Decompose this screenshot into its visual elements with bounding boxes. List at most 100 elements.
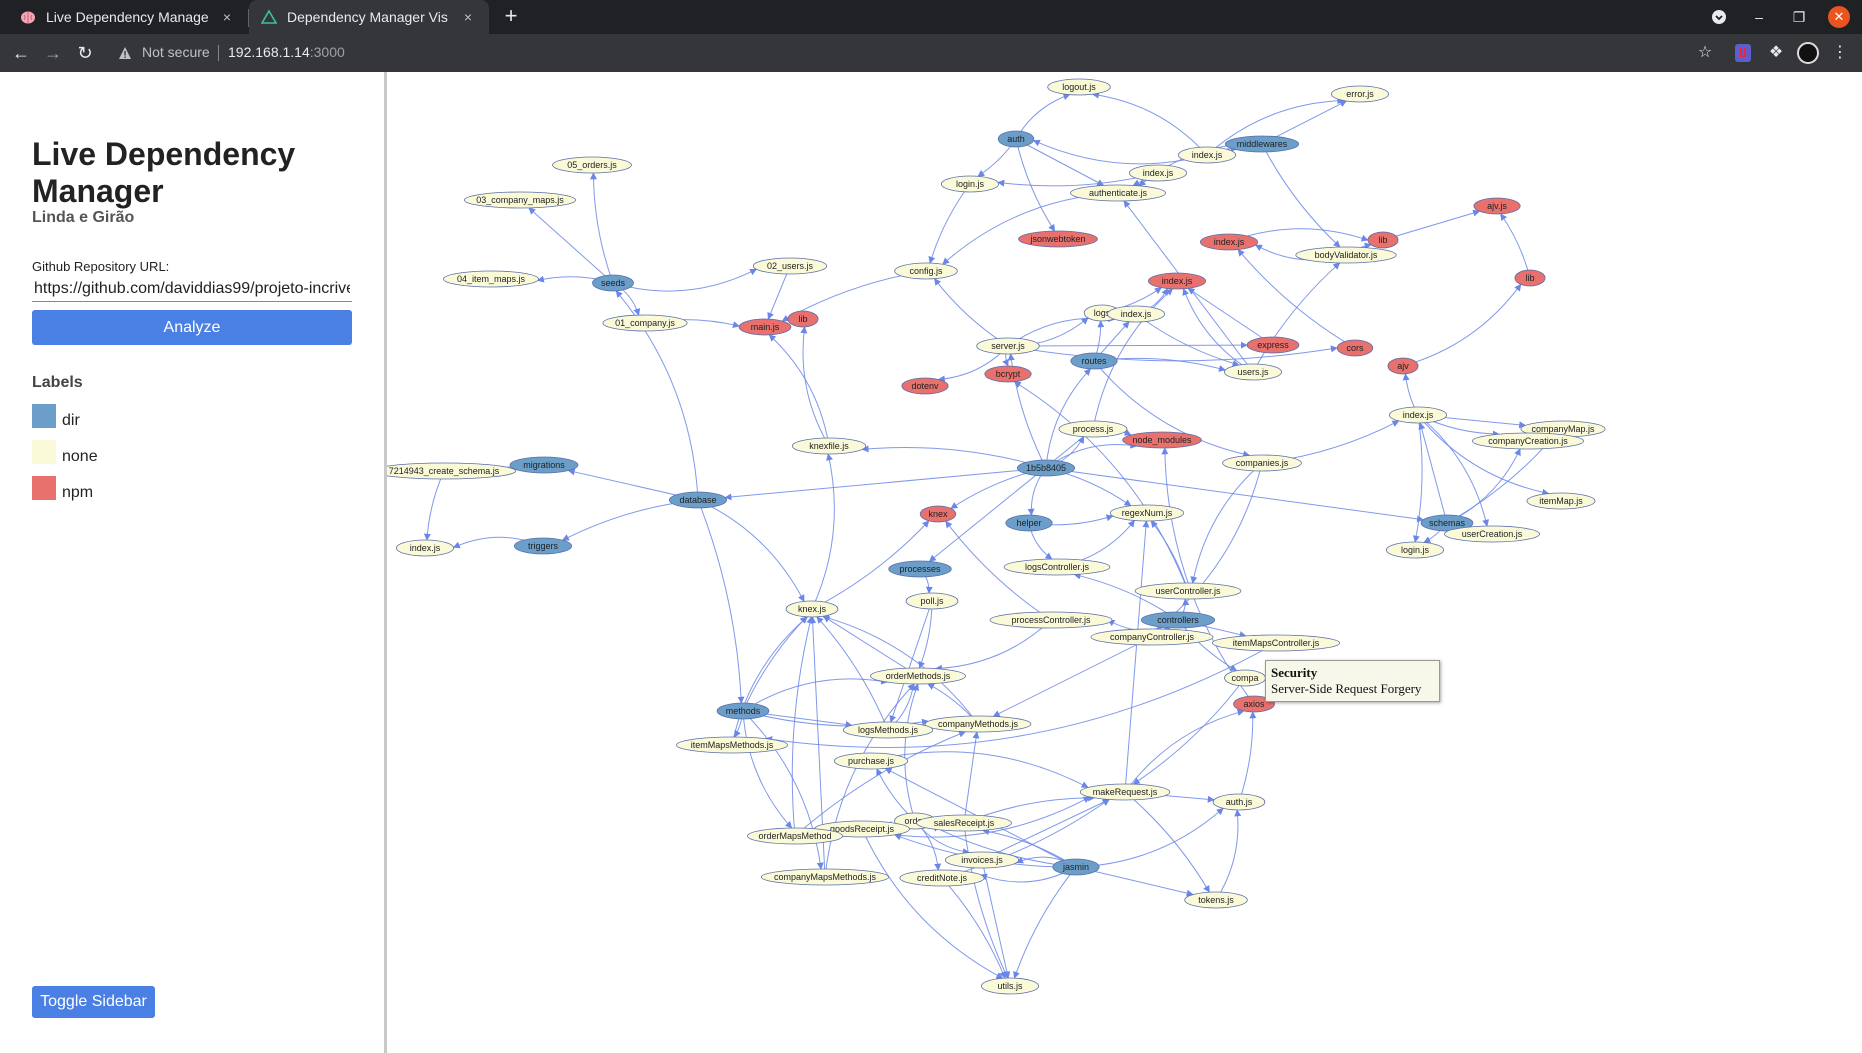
graph-node-companycreation[interactable]: companyCreation.js (1472, 432, 1585, 450)
graph-node-compmaps03[interactable]: 03_company_maps.js (463, 191, 576, 209)
graph-node-knexjs[interactable]: knex.js (785, 600, 839, 618)
graph-node-seeds[interactable]: seeds (592, 274, 634, 292)
graph-node-index_a[interactable]: index.js (1178, 146, 1237, 164)
close-tab-icon[interactable]: × (459, 9, 477, 25)
graph-node-database[interactable]: database (669, 491, 728, 509)
graph-node-nodemodules[interactable]: node_modules (1122, 431, 1202, 449)
graph-node-helper[interactable]: helper (1005, 514, 1053, 532)
graph-node-usercreation[interactable]: userCreation.js (1444, 525, 1540, 543)
graph-node-itemmapscontroller[interactable]: itemMapsController.js (1211, 634, 1341, 652)
graph-node-companymapsmethods[interactable]: companyMapsMethods.js (760, 868, 890, 886)
graph-node-auth_dir[interactable]: auth (997, 130, 1035, 148)
graph-node-poll[interactable]: poll.js (905, 592, 959, 610)
graph-node-regexnum[interactable]: regexNum.js (1109, 504, 1185, 522)
reload-icon[interactable]: ↻ (72, 40, 98, 66)
star-icon[interactable]: ☆ (1695, 43, 1715, 63)
dependency-graph[interactable]: logout.js error.js auth index.js middlewares… (387, 72, 1862, 1053)
graph-node-login_b[interactable]: login.js (1386, 541, 1445, 559)
graph-node-itemmap[interactable]: itemMap.js (1526, 492, 1596, 510)
close-tab-icon[interactable]: × (218, 9, 236, 25)
graph-node-index_d[interactable]: index.js (1148, 272, 1207, 290)
graph-node-lib_c[interactable]: lib (787, 310, 819, 328)
forward-icon[interactable]: → (40, 40, 66, 66)
graph-node-bodyvalidator[interactable]: bodyValidator.js (1295, 246, 1397, 264)
graph-node-routes[interactable]: routes (1070, 352, 1118, 370)
graph-node-middlewares[interactable]: middlewares (1224, 135, 1300, 153)
graph-node-jasmin[interactable]: jasmin (1052, 858, 1100, 876)
graph-node-ordermapsmethods[interactable]: orderMapsMethod (747, 827, 843, 845)
graph-node-logout[interactable]: logout.js (1047, 78, 1111, 96)
back-icon[interactable]: ← (8, 40, 34, 66)
graph-node-migrations[interactable]: migrations (509, 456, 579, 474)
graph-node-lib_b[interactable]: lib (1514, 269, 1546, 287)
graph-node-methods[interactable]: methods (716, 702, 770, 720)
url-text[interactable]: 192.168.1.14:3000 (228, 44, 345, 60)
tab-search-icon[interactable] (1711, 9, 1727, 25)
puzzle-icon[interactable]: ❖ (1766, 43, 1786, 63)
graph-node-makerequest[interactable]: makeRequest.js (1079, 783, 1171, 801)
graph-node-itemmapsmethods[interactable]: itemMapsMethods.js (676, 736, 789, 754)
graph-node-authenticate[interactable]: authenticate.js (1070, 184, 1166, 202)
graph-node-company01[interactable]: 01_company.js (602, 314, 688, 332)
graph-node-ajvjs[interactable]: ajv.js (1473, 197, 1521, 215)
graph-node-login_a[interactable]: login.js (941, 175, 1000, 193)
graph-node-server[interactable]: server.js (976, 337, 1040, 355)
graph-node-bcrypt[interactable]: bcrypt (984, 365, 1032, 383)
graph-node-cors[interactable]: cors (1336, 339, 1374, 357)
tab-dependency-manager-vis[interactable]: Dependency Manager Vis × (249, 0, 489, 34)
graph-node-knex[interactable]: knex (919, 505, 957, 523)
graph-node-jsonwebtoken[interactable]: jsonwebtoken (1018, 230, 1098, 248)
graph-node-process[interactable]: process.js (1058, 420, 1128, 438)
graph-node-config[interactable]: config.js (894, 262, 958, 280)
graph-node-purchase[interactable]: purchase.js (833, 752, 909, 770)
repo-url-input[interactable] (32, 276, 352, 302)
graph-node-error[interactable]: error.js (1331, 85, 1390, 103)
graph-node-orders05[interactable]: 05_orders.js (552, 156, 632, 174)
graph-node-ordermethods[interactable]: orderMethods.js (870, 667, 966, 685)
restore-button[interactable]: ❐ (1782, 0, 1816, 34)
graph-node-users02[interactable]: 02_users.js (752, 257, 828, 275)
menu-icon[interactable]: ⋮ (1830, 43, 1850, 63)
graph-node-processes[interactable]: processes (888, 560, 952, 578)
graph-node-dotenv[interactable]: dotenv (901, 377, 949, 395)
graph-node-itemmaps04[interactable]: 04_item_maps.js (443, 270, 539, 288)
graph-node-index_b[interactable]: index.js (1129, 164, 1188, 182)
analyze-button[interactable]: Analyze (32, 310, 352, 345)
tab-live-dependency-manager[interactable]: Live Dependency Manage × (8, 0, 248, 34)
graph-node-authjs[interactable]: auth.js (1212, 793, 1266, 811)
graph-node-logscontroller[interactable]: logsController.js (1003, 558, 1111, 576)
graph-node-logsmethods[interactable]: logsMethods.js (842, 721, 934, 739)
graph-node-controllers[interactable]: controllers (1140, 611, 1216, 629)
graph-node-utils[interactable]: utils.js (981, 977, 1040, 995)
graph-node-processcontroller[interactable]: processController.js (989, 611, 1113, 629)
toggle-sidebar-button[interactable]: Toggle Sidebar (32, 986, 155, 1018)
graph-node-companycontroller[interactable]: companyController.js (1090, 628, 1214, 646)
graph-node-index_e[interactable]: index.js (1107, 305, 1166, 323)
graph-node-index_f[interactable]: index.js (1389, 406, 1448, 424)
graph-node-hash[interactable]: 1b5b8405 (1017, 459, 1076, 477)
graph-node-ajv[interactable]: ajv (1387, 357, 1419, 375)
graph-node-users[interactable]: users.js (1224, 363, 1283, 381)
graph-node-knexfile[interactable]: knexfile.js (791, 437, 867, 455)
graph-node-usercontroller[interactable]: userController.js (1134, 582, 1242, 600)
graph-node-express[interactable]: express (1246, 336, 1300, 354)
graph-node-index_g[interactable]: index.js (395, 539, 454, 557)
graph-node-invoices[interactable]: invoices.js (944, 851, 1020, 869)
graph-node-createschema[interactable]: 7214943_create_schema.js (387, 462, 517, 480)
extension-shield-icon[interactable] (1735, 44, 1751, 62)
graph-node-mainjs[interactable]: main.js (738, 318, 792, 336)
graph-node-salesreceipt[interactable]: salesReceipt.js (916, 814, 1012, 832)
new-tab-button[interactable]: + (498, 3, 524, 29)
minimize-button[interactable]: – (1742, 0, 1776, 34)
graph-node-triggers[interactable]: triggers (514, 537, 573, 555)
close-window-button[interactable]: ✕ (1828, 6, 1850, 28)
graph-node-companies[interactable]: companies.js (1222, 454, 1302, 472)
graph-node-compa[interactable]: compa (1224, 669, 1266, 687)
graph-node-tokens[interactable]: tokens.js (1184, 891, 1248, 909)
graph-node-creditnote[interactable]: creditNote.js (899, 869, 985, 887)
graph-node-lib_a[interactable]: lib (1367, 231, 1399, 249)
graph-node-index_c[interactable]: index.js (1200, 233, 1259, 251)
profile-avatar[interactable] (1797, 42, 1819, 64)
address-bar[interactable]: Not secure 192.168.1.14:3000 (108, 38, 1688, 68)
graph-node-companymethods[interactable]: companyMethods.js (924, 715, 1032, 733)
